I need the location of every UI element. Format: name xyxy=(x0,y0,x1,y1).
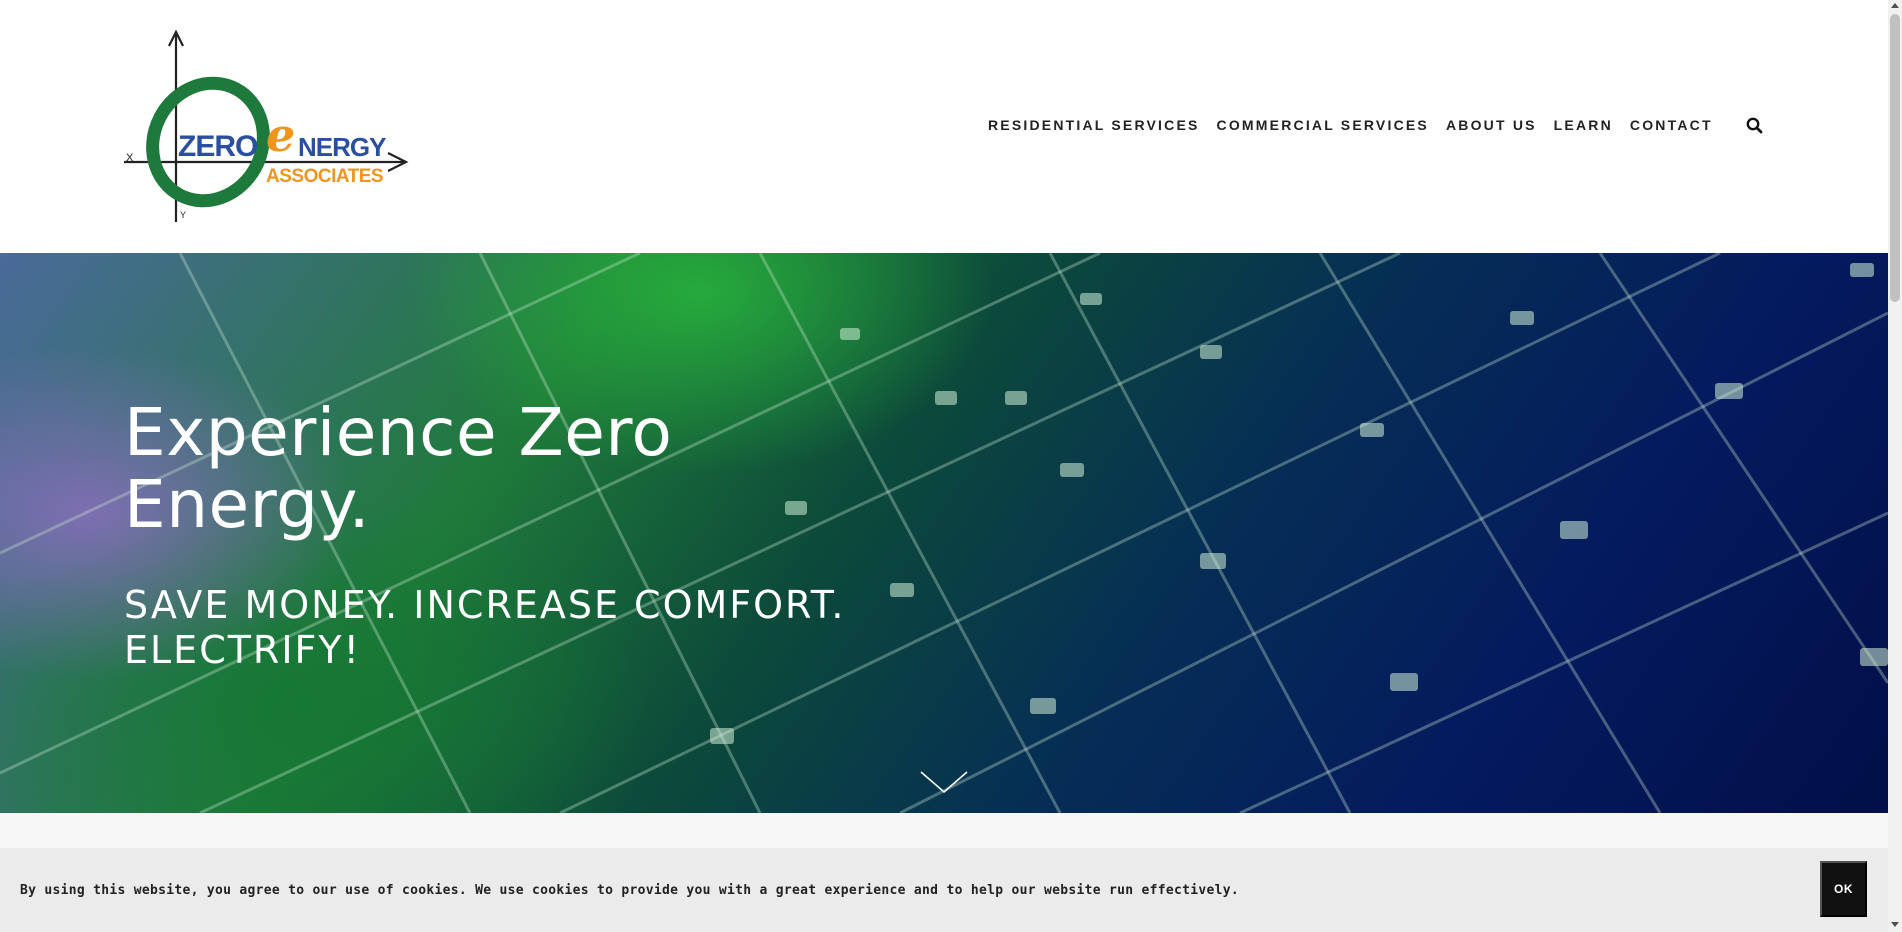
main-nav: RESIDENTIAL SERVICES COMMERCIAL SERVICES… xyxy=(988,117,1713,133)
logo-letter-e: e xyxy=(266,108,295,162)
nav-contact[interactable]: CONTACT xyxy=(1630,117,1713,133)
logo-word-nergy: NERGY xyxy=(298,132,386,162)
hero-content: Experience Zero Energy. SAVE MONEY. INCR… xyxy=(124,397,924,673)
logo-graphic: X Y ZERO e NERGY ASSOCIATES xyxy=(124,29,409,222)
nav-learn[interactable]: LEARN xyxy=(1554,117,1613,133)
hero-subtitle-line2: ELECTRIFY! xyxy=(124,628,361,672)
logo-axis-x: X xyxy=(126,152,134,164)
chevron-down-icon[interactable] xyxy=(920,770,968,794)
hero-title-line1: Experience Zero xyxy=(124,394,673,471)
hero-title-line2: Energy. xyxy=(124,466,371,543)
scrollbar[interactable] xyxy=(1888,0,1902,932)
logo-word-zero: ZERO xyxy=(178,130,258,163)
nav-about-us[interactable]: ABOUT US xyxy=(1446,117,1537,133)
logo-word-associates: ASSOCIATES xyxy=(266,166,383,187)
nav-commercial-services[interactable]: COMMERCIAL SERVICES xyxy=(1217,117,1429,133)
cookie-banner: By using this website, you agree to our … xyxy=(0,848,1888,932)
hero-banner: Experience Zero Energy. SAVE MONEY. INCR… xyxy=(0,253,1888,813)
site-header: X Y ZERO e NERGY ASSOCIATES RESIDENTIAL … xyxy=(0,0,1888,253)
scrollbar-thumb[interactable] xyxy=(1890,14,1900,302)
scroll-up-arrow-icon[interactable] xyxy=(1891,3,1899,8)
hero-subtitle-line1: SAVE MONEY. INCREASE COMFORT. xyxy=(124,583,846,627)
cookie-message: By using this website, you agree to our … xyxy=(20,882,1239,898)
search-icon[interactable] xyxy=(1745,116,1765,136)
scroll-down-arrow-icon[interactable] xyxy=(1891,922,1899,927)
logo-axis-y: Y xyxy=(180,210,186,220)
logo[interactable]: X Y ZERO e NERGY ASSOCIATES xyxy=(118,26,410,228)
hero-subtitle: SAVE MONEY. INCREASE COMFORT. ELECTRIFY! xyxy=(124,583,924,673)
hero-title: Experience Zero Energy. xyxy=(124,397,924,541)
nav-residential-services[interactable]: RESIDENTIAL SERVICES xyxy=(988,117,1200,133)
cookie-ok-button[interactable]: OK xyxy=(1820,861,1867,917)
